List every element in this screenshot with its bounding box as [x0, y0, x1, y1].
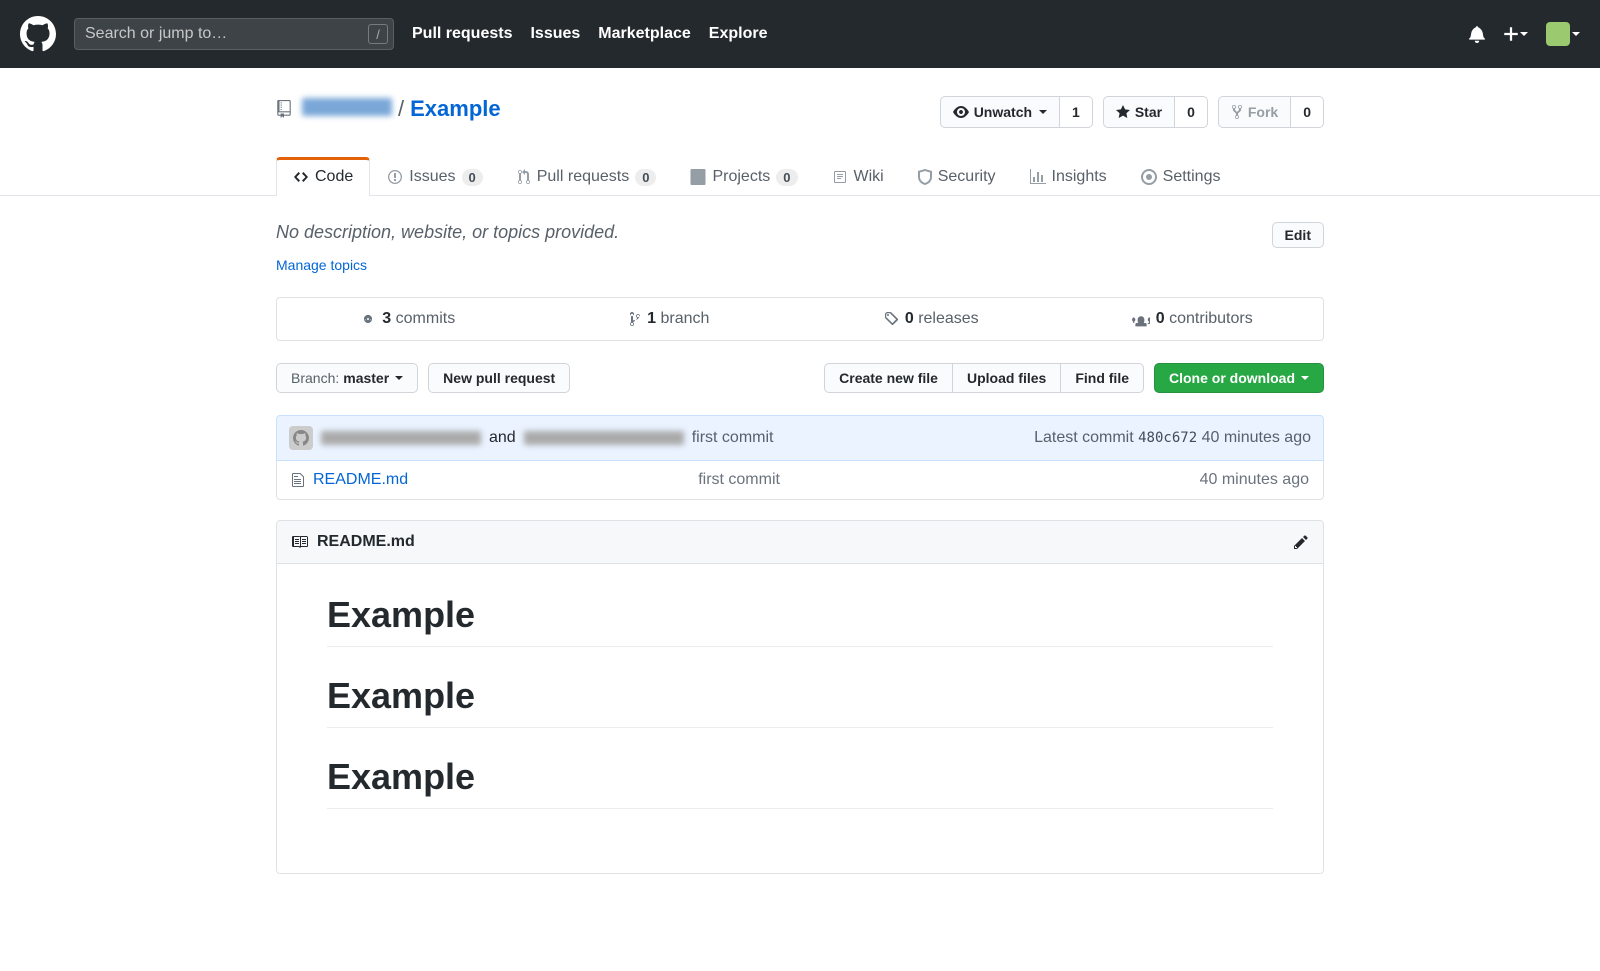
pagehead-actions: Unwatch 1 Star 0 Fork [940, 96, 1324, 128]
tab-security[interactable]: Security [901, 157, 1013, 196]
tab-settings-label: Settings [1163, 168, 1221, 186]
create-new-file-button[interactable]: Create new file [824, 363, 952, 393]
global-header: / Pull requests Issues Marketplace Explo… [0, 0, 1600, 68]
tab-insights-label: Insights [1052, 168, 1107, 186]
readme-heading: Example [327, 594, 1273, 647]
avatar [1546, 22, 1570, 46]
branches-link[interactable]: 1 branch [539, 298, 801, 340]
book-icon [291, 534, 309, 550]
repo-title-separator: / [398, 96, 404, 122]
contributors-label: contributors [1169, 310, 1253, 327]
repohead: / Example Unwatch 1 Star [0, 68, 1600, 196]
contributors-count: 0 [1156, 310, 1165, 327]
nav-issues[interactable]: Issues [530, 25, 580, 43]
create-new-dropdown[interactable] [1504, 25, 1528, 43]
repo-owner-link[interactable] [302, 96, 392, 122]
readme-body: Example Example Example [277, 564, 1323, 873]
commit-message[interactable]: first commit [692, 429, 774, 447]
search-input[interactable] [74, 18, 394, 50]
new-pull-request-button[interactable]: New pull request [428, 363, 570, 393]
star-label: Star [1135, 102, 1162, 122]
commit-author-redacted [321, 431, 481, 445]
branch-select-label: Branch: [291, 370, 339, 386]
unwatch-label: Unwatch [974, 102, 1032, 122]
find-file-button[interactable]: Find file [1060, 363, 1144, 393]
main-content: No description, website, or topics provi… [276, 196, 1324, 874]
star-button[interactable]: Star [1103, 96, 1175, 128]
upload-files-button[interactable]: Upload files [952, 363, 1060, 393]
releases-link[interactable]: 0 releases [800, 298, 1062, 340]
issues-count: 0 [462, 169, 483, 186]
manage-topics-link[interactable]: Manage topics [276, 257, 367, 273]
readme-box: README.md Example Example Example [276, 520, 1324, 874]
pencil-icon [1293, 534, 1309, 550]
commits-count: 3 [382, 310, 391, 327]
tab-code[interactable]: Code [276, 157, 370, 196]
nav-pull-requests[interactable]: Pull requests [412, 25, 512, 43]
edit-description-button[interactable]: Edit [1272, 222, 1324, 248]
file-list: README.md first commit 40 minutes ago [276, 461, 1324, 500]
commit-sha-link[interactable]: 480c672 [1138, 430, 1197, 446]
commit-author-avatar[interactable] [289, 426, 313, 450]
clone-label: Clone or download [1169, 370, 1295, 386]
tab-wiki-label: Wiki [854, 168, 884, 186]
readme-filename: README.md [317, 533, 415, 551]
user-menu-dropdown[interactable] [1546, 22, 1580, 46]
tab-issues[interactable]: Issues 0 [370, 157, 499, 196]
file-navigation: Branch: master New pull request Create n… [276, 363, 1324, 393]
repo-tabs: Code Issues 0 Pull requests 0 Projects 0… [276, 156, 1324, 195]
file-commit-message[interactable]: first commit [698, 471, 1199, 489]
branch-label: branch [660, 310, 709, 327]
projects-count: 0 [776, 169, 797, 186]
repo-name-link[interactable]: Example [410, 96, 501, 122]
commits-label: commits [396, 310, 456, 327]
search-wrap: / [74, 18, 394, 50]
clone-download-dropdown[interactable]: Clone or download [1154, 363, 1324, 393]
commit-coauthor-redacted [524, 431, 684, 445]
commits-link[interactable]: 3 commits [277, 298, 539, 340]
watch-count[interactable]: 1 [1060, 96, 1093, 128]
file-name-link[interactable]: README.md [313, 471, 408, 489]
tab-issues-label: Issues [409, 168, 455, 186]
repo-stats-bar: 3 commits 1 branch 0 releases 0 contribu… [276, 297, 1324, 341]
commit-tease: and first commit Latest commit 480c672 4… [276, 415, 1324, 461]
tab-pulls-label: Pull requests [537, 168, 630, 186]
repo-description-placeholder: No description, website, or topics provi… [276, 222, 619, 243]
tab-pulls[interactable]: Pull requests 0 [500, 157, 674, 196]
global-nav: Pull requests Issues Marketplace Explore [412, 25, 767, 43]
nav-marketplace[interactable]: Marketplace [598, 25, 691, 43]
branch-select-dropdown[interactable]: Branch: master [276, 363, 418, 393]
latest-commit-label: Latest commit [1034, 429, 1134, 446]
readme-heading: Example [327, 675, 1273, 728]
tab-insights[interactable]: Insights [1013, 157, 1124, 196]
file-commit-time: 40 minutes ago [1200, 471, 1309, 489]
tab-projects-label: Projects [712, 168, 770, 186]
branch-count: 1 [647, 310, 656, 327]
fork-button: Fork [1218, 96, 1291, 128]
contributors-link[interactable]: 0 contributors [1062, 298, 1324, 340]
branch-name: master [343, 370, 389, 386]
fork-label: Fork [1248, 102, 1278, 122]
tab-security-label: Security [938, 168, 996, 186]
commit-and: and [489, 429, 516, 447]
unwatch-button[interactable]: Unwatch [940, 96, 1060, 128]
releases-label: releases [918, 310, 978, 327]
commit-time: 40 minutes ago [1202, 429, 1311, 446]
file-row: README.md first commit 40 minutes ago [277, 461, 1323, 499]
star-count[interactable]: 0 [1175, 96, 1208, 128]
tab-settings[interactable]: Settings [1124, 157, 1238, 196]
repo-title: / Example [276, 96, 501, 122]
notifications-icon[interactable] [1468, 25, 1486, 43]
slash-key-hint: / [368, 24, 388, 44]
tab-code-label: Code [315, 168, 353, 186]
fork-count[interactable]: 0 [1291, 96, 1324, 128]
readme-heading: Example [327, 756, 1273, 809]
edit-readme-button[interactable] [1293, 533, 1309, 551]
github-logo[interactable] [20, 16, 56, 53]
nav-explore[interactable]: Explore [709, 25, 768, 43]
tab-wiki[interactable]: Wiki [815, 157, 901, 196]
tab-projects[interactable]: Projects 0 [673, 157, 814, 196]
pulls-count: 0 [635, 169, 656, 186]
releases-count: 0 [905, 310, 914, 327]
